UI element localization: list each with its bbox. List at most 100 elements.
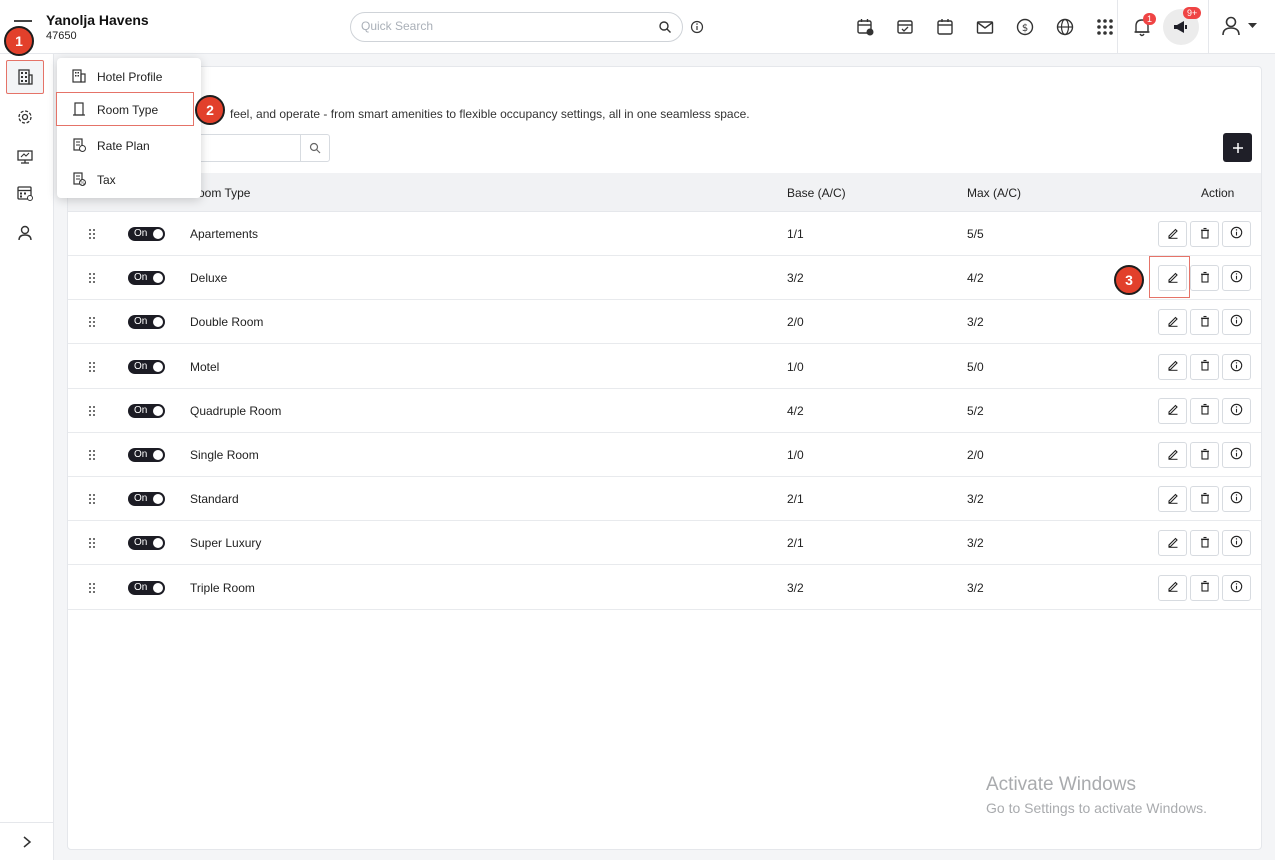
drag-handle-icon[interactable] [88,582,96,597]
edit-button[interactable] [1158,486,1187,513]
info-button[interactable] [1222,221,1251,247]
status-toggle[interactable]: On [128,492,165,507]
calendar-icon[interactable] [925,16,965,38]
menu-item-rate-plan[interactable]: Rate Plan [57,129,201,161]
room-type-name: Motel [190,359,220,374]
toggle-knob [153,538,163,549]
delete-button[interactable] [1190,309,1219,336]
status-toggle[interactable]: On [128,580,165,595]
drag-handle-icon[interactable] [88,228,96,243]
status-toggle[interactable]: On [128,227,165,241]
drag-handle-icon[interactable] [88,316,96,331]
delete-button[interactable] [1190,486,1219,513]
edit-button[interactable] [1158,530,1187,557]
delete-button[interactable] [1190,353,1219,380]
status-toggle[interactable]: On [128,536,165,551]
header-max: Max (A/C) [967,186,1021,200]
sidebar-item-user[interactable] [6,216,44,250]
info-button[interactable] [1222,265,1251,292]
info-icon[interactable] [690,20,704,37]
add-room-type-button[interactable] [1223,133,1252,162]
plus-icon [1232,142,1243,153]
sidebar-item-display[interactable] [6,140,44,174]
info-button[interactable] [1222,353,1251,380]
status-toggle[interactable]: On [128,315,165,330]
chevron-right-icon [23,835,32,848]
table-row: On Double Room 2/0 3/2 [68,300,1261,345]
hotel-name: Yanolja Havens [46,12,149,28]
base-occupancy: 4/2 [787,403,804,418]
info-button[interactable] [1222,486,1251,513]
divider [1117,0,1118,54]
toggle-knob [153,229,163,239]
edit-button[interactable] [1158,309,1187,336]
drag-handle-icon[interactable] [88,537,96,552]
table-row: On Standard 2/1 3/2 [68,477,1261,522]
globe-icon[interactable] [1045,16,1085,38]
user-menu[interactable] [1220,15,1257,37]
info-button[interactable] [1222,530,1251,557]
calendar-add-icon[interactable] [845,16,885,38]
svg-text:$: $ [1022,23,1028,34]
toggle-knob [153,361,163,372]
quick-search-input[interactable] [361,19,651,33]
table-search[interactable] [190,134,330,162]
search-icon[interactable] [658,20,672,37]
drag-handle-icon[interactable] [88,361,96,376]
room-type-name: Triple Room [190,580,255,595]
toggle-label: On [134,449,148,460]
edit-button[interactable] [1158,353,1187,380]
max-occupancy: 3/2 [967,492,984,507]
apps-grid-icon[interactable] [1085,16,1125,38]
delete-button[interactable] [1190,442,1219,468]
status-toggle[interactable]: On [128,271,165,286]
drag-handle-icon[interactable] [88,272,96,287]
info-button[interactable] [1222,309,1251,336]
delete-button[interactable] [1190,397,1219,424]
trash-icon [1199,536,1211,551]
status-toggle[interactable]: On [128,403,165,418]
status-toggle[interactable]: On [128,448,165,462]
info-icon [1230,270,1243,286]
menu-item-tax[interactable]: % Tax [57,163,201,195]
delete-button[interactable] [1190,530,1219,557]
property-menu: Hotel Profile Room Type Rate Plan % Tax [56,58,201,198]
info-button[interactable] [1222,442,1251,468]
info-button[interactable] [1222,397,1251,424]
search-icon[interactable] [309,142,321,157]
trash-icon [1199,492,1211,507]
base-occupancy: 2/1 [787,536,804,551]
delete-button[interactable] [1190,221,1219,247]
drag-handle-icon[interactable] [88,449,96,464]
sidebar-expand-button[interactable] [0,822,54,860]
toggle-label: On [134,272,148,284]
delete-button[interactable] [1190,265,1219,292]
sidebar-item-calendar[interactable] [6,176,44,210]
header-action: Action [1201,186,1235,200]
pencil-icon [1167,492,1179,507]
quick-search[interactable] [350,12,683,42]
drag-handle-icon[interactable] [88,493,96,508]
info-button[interactable] [1222,574,1251,601]
menu-item-hotel-profile[interactable]: Hotel Profile [57,60,201,92]
edit-button[interactable] [1158,442,1187,468]
max-occupancy: 5/0 [967,359,984,374]
status-toggle[interactable]: On [128,359,165,374]
max-occupancy: 4/2 [967,271,984,286]
delete-button[interactable] [1190,574,1219,601]
pencil-icon [1167,580,1179,595]
calendar-check-icon[interactable] [885,16,925,38]
edit-highlight [1149,256,1190,298]
edit-button[interactable] [1158,397,1187,424]
edit-button[interactable] [1158,574,1187,601]
max-occupancy: 3/2 [967,536,984,551]
mail-icon[interactable] [965,16,1005,38]
menu-icon[interactable] [14,20,32,22]
dollar-icon[interactable]: $ [1005,16,1045,38]
room-type-name: Standard [190,492,239,507]
menu-item-room-type[interactable]: Room Type [56,92,194,126]
sidebar-item-settings[interactable] [6,100,44,134]
edit-button[interactable] [1158,221,1187,247]
drag-handle-icon[interactable] [88,405,96,420]
sidebar-item-property[interactable] [6,60,44,94]
